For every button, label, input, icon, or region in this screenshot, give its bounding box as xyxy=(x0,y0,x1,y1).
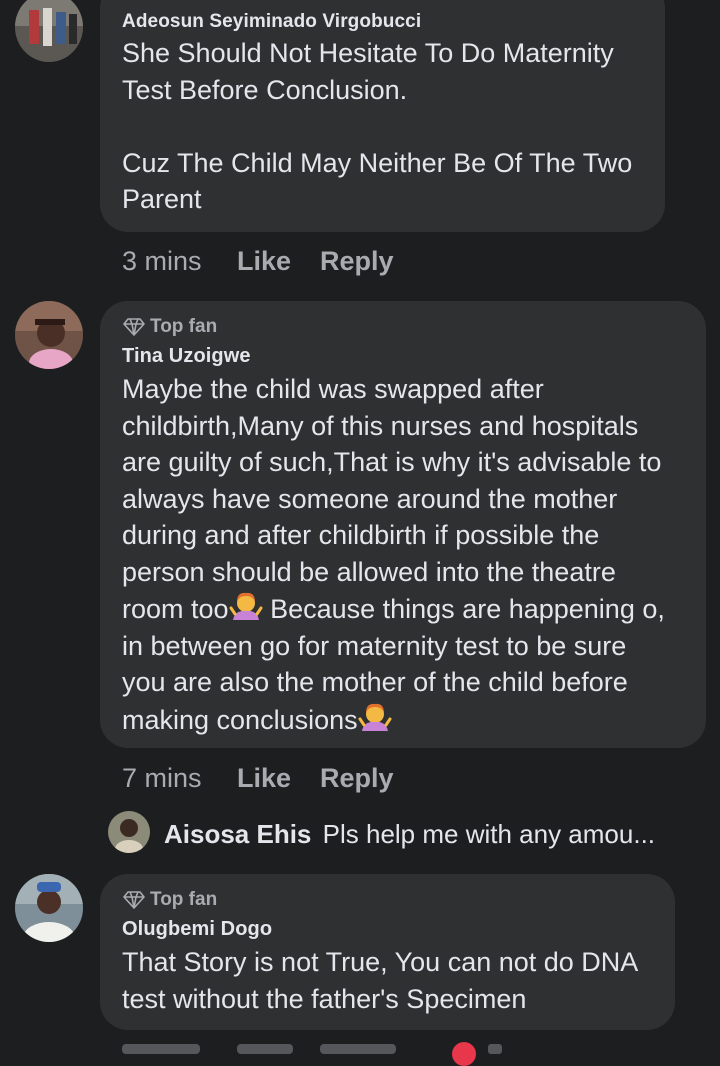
comment-author[interactable]: Adeosun Seyiminado Virgobucci xyxy=(122,11,421,33)
comment-timestamp: 3 mins xyxy=(122,246,202,276)
reply-preview[interactable]: Aisosa Ehis Pls help me with any amou... xyxy=(164,819,655,850)
avatar-tina[interactable] xyxy=(15,301,83,369)
comment-timestamp: 7 mins xyxy=(122,763,202,793)
reply-author[interactable]: Aisosa Ehis xyxy=(164,819,311,849)
like-button[interactable]: Like xyxy=(237,763,291,794)
avatar-adeosun[interactable] xyxy=(15,0,83,62)
avatar-aisosa[interactable] xyxy=(108,811,150,853)
diamond-icon xyxy=(123,891,145,909)
reply-button[interactable]: Reply xyxy=(320,763,394,794)
woman-shrugging-emoji xyxy=(358,703,392,731)
cropped-action-row xyxy=(0,1036,720,1066)
reaction-icon xyxy=(452,1042,476,1066)
like-button[interactable]: Like xyxy=(237,246,291,277)
top-fan-label: Top fan xyxy=(150,316,218,337)
diamond-icon xyxy=(123,318,145,336)
woman-shrugging-emoji xyxy=(229,592,263,620)
reply-button[interactable]: Reply xyxy=(320,246,394,277)
comment-author[interactable]: Tina Uzoigwe xyxy=(122,345,251,368)
comment-text: That Story is not True, You can not do D… xyxy=(122,947,639,1014)
top-fan-badge: Top fan xyxy=(123,316,217,338)
top-fan-badge: Top fan xyxy=(123,889,217,911)
comment-text: She Should Not Hesitate To Do Maternity … xyxy=(122,38,633,214)
top-fan-label: Top fan xyxy=(150,889,218,910)
comment-text: Maybe the child was swapped after childb… xyxy=(122,374,665,735)
avatar-olugbemi[interactable] xyxy=(15,874,83,942)
reply-snippet: Pls help me with any amou... xyxy=(322,819,656,849)
comment-author[interactable]: Olugbemi Dogo xyxy=(122,918,272,941)
